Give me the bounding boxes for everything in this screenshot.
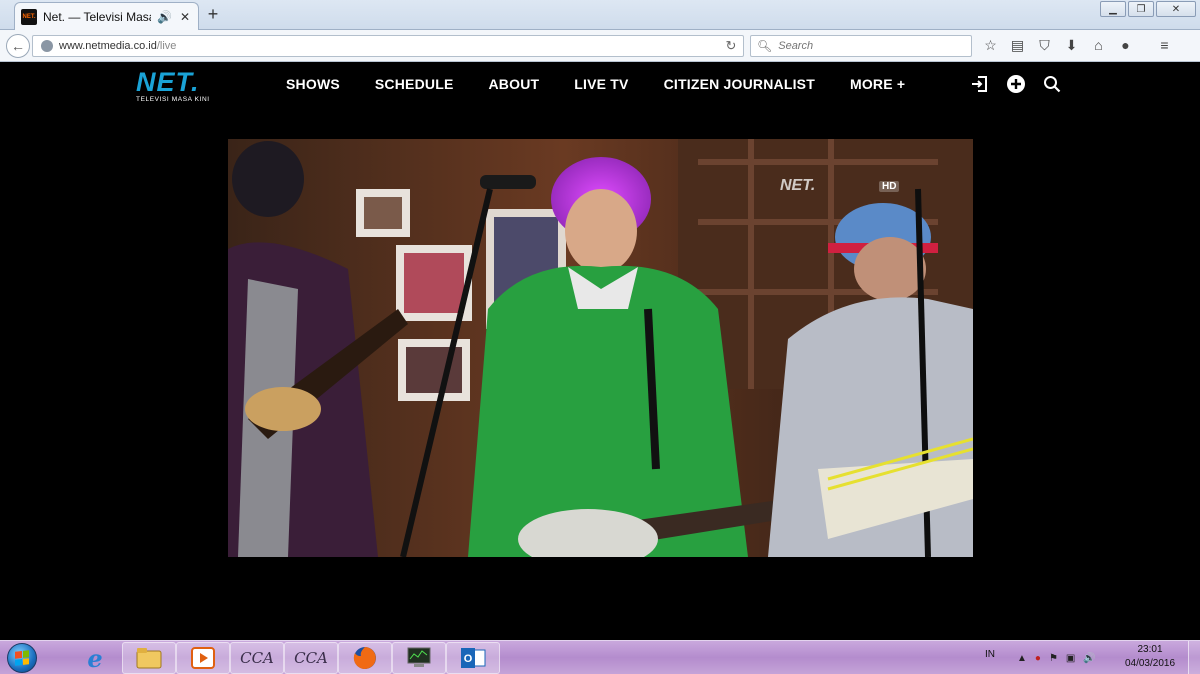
nav-live-tv[interactable]: LIVE TV bbox=[574, 76, 628, 92]
new-tab-button[interactable]: + bbox=[204, 5, 222, 23]
close-tab-icon[interactable]: ✕ bbox=[178, 10, 192, 24]
site-identity-icon[interactable] bbox=[41, 40, 53, 52]
channel-watermark: NET. bbox=[780, 177, 816, 194]
toolbar-icons: ☆ ▤ ⛉ ⬇ ⌂ ● ≡ bbox=[982, 36, 1173, 54]
internet-explorer-icon: e bbox=[87, 643, 103, 673]
taskbar-cca-app-1[interactable]: CCA bbox=[230, 642, 284, 674]
url-path: /live bbox=[156, 40, 177, 52]
clock-time: 23:01 bbox=[1137, 644, 1163, 655]
site-header: NET. TELEVISI MASA KINI SHOWS SCHEDULE A… bbox=[0, 63, 1200, 107]
logo-text: NET bbox=[136, 67, 191, 97]
taskbar-outlook[interactable]: O bbox=[446, 642, 500, 674]
hd-badge: HD bbox=[879, 181, 900, 192]
taskbar-media-player[interactable] bbox=[176, 642, 230, 674]
cca-label-1: CCA bbox=[240, 649, 274, 667]
search-bar[interactable]: 🔍︎ bbox=[750, 35, 972, 57]
nav-schedule[interactable]: SCHEDULE bbox=[375, 76, 454, 92]
taskbar-task-manager[interactable] bbox=[392, 642, 446, 674]
arrow-left-icon: ← bbox=[11, 38, 25, 54]
web-page: NET. TELEVISI MASA KINI SHOWS SCHEDULE A… bbox=[0, 63, 1200, 640]
add-circle-icon[interactable] bbox=[1006, 74, 1026, 94]
folder-icon bbox=[136, 648, 162, 669]
pocket-icon[interactable]: ⛉ bbox=[1036, 36, 1053, 54]
network-icon[interactable]: ▣ bbox=[1066, 653, 1075, 664]
url-bar[interactable]: www.netmedia.co.id/live ↻ bbox=[32, 35, 744, 57]
reading-list-icon[interactable]: ▤ bbox=[1009, 36, 1026, 54]
minimize-button[interactable]: ▁ bbox=[1100, 1, 1126, 17]
url-domain: www.netmedia.co.id bbox=[59, 40, 157, 52]
nav-citizen-journalist[interactable]: CITIZEN JOURNALIST bbox=[664, 76, 815, 92]
net-favicon-icon: NET. bbox=[21, 8, 37, 25]
search-icon: 🔍︎ bbox=[757, 39, 773, 53]
logo-mark: NET. bbox=[136, 67, 200, 97]
taskbar-file-explorer[interactable] bbox=[122, 642, 176, 674]
outlook-icon: O bbox=[461, 648, 486, 668]
download-icon[interactable]: ⬇ bbox=[1063, 36, 1080, 54]
taskbar-internet-explorer[interactable]: e bbox=[68, 642, 122, 674]
cca-label-2: CCA bbox=[294, 649, 328, 667]
menu-icon[interactable]: ≡ bbox=[1156, 36, 1173, 54]
language-indicator[interactable]: IN bbox=[985, 649, 995, 660]
volume-icon[interactable]: 🔊 bbox=[1083, 653, 1095, 664]
login-icon[interactable] bbox=[970, 74, 990, 94]
browser-nav-bar: ← www.netmedia.co.id/live ↻ 🔍︎ ☆ ▤ ⛉ ⬇ ⌂… bbox=[0, 30, 1200, 62]
nav-more[interactable]: MORE + bbox=[850, 76, 905, 92]
speaker-icon[interactable]: 🔊 bbox=[157, 10, 172, 24]
antivirus-icon[interactable]: ● bbox=[1035, 653, 1041, 664]
windows-logo-icon bbox=[7, 643, 37, 673]
show-desktop-button[interactable] bbox=[1188, 641, 1200, 674]
url-text: www.netmedia.co.id/live bbox=[59, 40, 176, 52]
taskbar-cca-app-2[interactable]: CCA bbox=[284, 642, 338, 674]
svg-text:O: O bbox=[464, 653, 473, 665]
taskbar-clock[interactable]: 23:01 04/03/2016 bbox=[1122, 643, 1178, 671]
logo-tagline: TELEVISI MASA KINI bbox=[136, 96, 210, 103]
video-frame bbox=[228, 139, 973, 557]
chat-icon[interactable]: ● bbox=[1117, 36, 1134, 54]
nav-about[interactable]: ABOUT bbox=[489, 76, 540, 92]
net-logo[interactable]: NET. TELEVISI MASA KINI bbox=[136, 67, 226, 104]
reload-icon[interactable]: ↻ bbox=[723, 38, 739, 54]
search-icon[interactable] bbox=[1042, 74, 1062, 94]
main-nav: SHOWS SCHEDULE ABOUT LIVE TV CITIZEN JOU… bbox=[286, 76, 940, 92]
search-input[interactable] bbox=[778, 40, 959, 52]
back-button[interactable]: ← bbox=[6, 34, 30, 58]
live-video-player[interactable]: NET. HD bbox=[228, 139, 973, 557]
nav-shows[interactable]: SHOWS bbox=[286, 76, 340, 92]
window-controls: ▁ ❐ ✕ bbox=[1100, 1, 1196, 17]
tab-title: Net. — Televisi Masa Ki... bbox=[43, 9, 151, 24]
browser-tab-strip: NET. Net. — Televisi Masa Ki... 🔊 ✕ + ▁ … bbox=[0, 0, 1200, 30]
action-center-flag-icon[interactable]: ⚑ bbox=[1049, 653, 1058, 664]
header-icons bbox=[970, 74, 1062, 94]
windows-taskbar: e CCA CCA O IN ▲ ● ⚑ ▣ 🔊 23:01 04/03/201… bbox=[0, 640, 1200, 674]
show-hidden-icons-icon[interactable]: ▲ bbox=[1017, 653, 1027, 664]
clock-date: 04/03/2016 bbox=[1124, 658, 1176, 669]
restore-button[interactable]: ❐ bbox=[1128, 1, 1154, 17]
start-button[interactable] bbox=[2, 641, 42, 674]
monitor-icon bbox=[407, 647, 431, 667]
firefox-icon bbox=[353, 647, 376, 669]
bookmark-star-icon[interactable]: ☆ bbox=[982, 36, 999, 54]
system-tray: IN ▲ ● ⚑ ▣ 🔊 bbox=[985, 641, 1096, 674]
browser-tab[interactable]: NET. Net. — Televisi Masa Ki... 🔊 ✕ bbox=[14, 2, 199, 30]
taskbar-firefox[interactable] bbox=[338, 642, 392, 674]
close-window-button[interactable]: ✕ bbox=[1156, 1, 1196, 17]
home-icon[interactable]: ⌂ bbox=[1090, 36, 1107, 54]
media-player-icon bbox=[191, 647, 215, 669]
